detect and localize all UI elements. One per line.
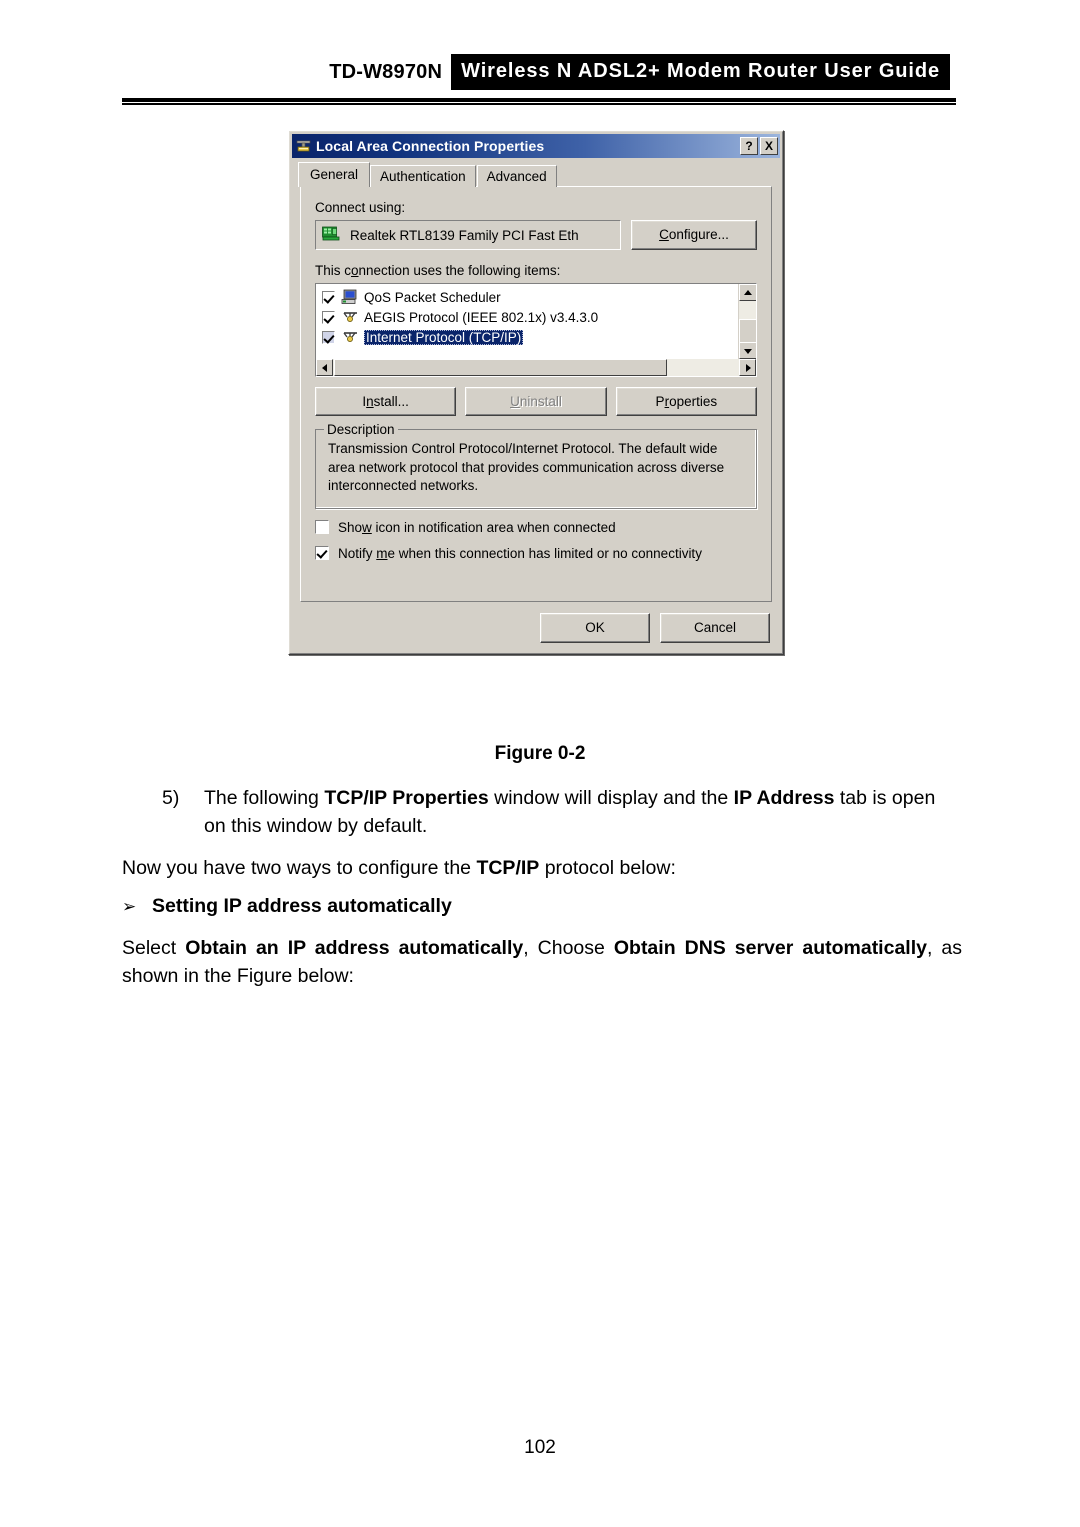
chevron-down-icon <box>744 348 752 354</box>
connect-using-label: Connect using: <box>315 200 406 215</box>
header-title: Wireless N ADSL2+ Modem Router User Guid… <box>451 54 950 90</box>
protocol-icon <box>341 329 361 345</box>
header-model-number: TD-W8970N <box>329 60 443 83</box>
dialog-titlebar[interactable]: Local Area Connection Properties ? X <box>292 134 780 158</box>
computer-icon <box>341 289 361 305</box>
bullet-setting-label: Setting IP address automatically <box>152 895 452 917</box>
show-icon-option-row[interactable]: Show icon in notification area when conn… <box>315 520 757 535</box>
tab-general[interactable]: General <box>298 162 371 187</box>
item-checkbox[interactable] <box>322 330 335 344</box>
description-text: Transmission Control Protocol/Internet P… <box>328 441 725 494</box>
close-icon[interactable]: X <box>760 137 778 155</box>
adapter-name: Realtek RTL8139 Family PCI Fast Eth <box>350 227 579 243</box>
figure-caption: Figure 0-2 <box>494 743 586 764</box>
horizontal-scroll-thumb[interactable] <box>334 359 667 376</box>
items-label: This connection uses the following items… <box>315 263 561 278</box>
notify-option-label: Notify me when this connection has limit… <box>338 545 702 561</box>
select-text-2: , Choose <box>523 937 614 959</box>
description-groupbox: Description Transmission Control Protoco… <box>315 422 757 509</box>
select-bold-1: Obtain an IP address automatically <box>185 937 524 959</box>
tab-authentication-label: Authentication <box>380 169 466 184</box>
list-item-label-selected: Internet Protocol (TCP/IP) <box>364 329 524 345</box>
configure-button-rest: onfigure... <box>668 227 729 242</box>
local-area-connection-properties-dialog: Local Area Connection Properties ? X Gen… <box>288 130 784 655</box>
listbox-horizontal-scrollbar[interactable] <box>316 359 756 376</box>
scroll-right-button[interactable] <box>739 359 756 376</box>
step-5-number: 5) <box>162 787 180 809</box>
cancel-button[interactable]: Cancel <box>660 612 770 643</box>
tab-advanced[interactable]: Advanced <box>476 165 557 187</box>
chevron-up-icon <box>744 289 752 295</box>
select-bold-2: Obtain DNS server automatically <box>613 937 927 959</box>
list-item-label: QoS Packet Scheduler <box>364 289 501 305</box>
properties-button[interactable]: Properties <box>615 387 757 416</box>
install-button[interactable]: Install... <box>315 387 457 416</box>
step-5-body: The following TCP/IP Properties window w… <box>204 785 962 840</box>
scroll-down-button[interactable] <box>739 342 756 359</box>
dialog-tabstrip: General Authentication Advanced <box>298 162 782 187</box>
show-icon-option-label: Show icon in notification area when conn… <box>338 519 616 535</box>
network-connection-icon <box>295 138 312 155</box>
chevron-right-icon <box>745 363 751 372</box>
item-checkbox[interactable] <box>322 310 335 324</box>
page-number: 102 <box>524 1437 556 1458</box>
select-paragraph: Select Obtain an IP address automaticall… <box>122 935 962 990</box>
install-button-rest: stall... <box>373 394 409 409</box>
components-listbox[interactable]: QoS Packet Scheduler AEGIS Protocol (IEE… <box>315 283 757 377</box>
uninstall-button-rest: ninstall <box>519 394 562 409</box>
header-divider-rule <box>122 98 956 105</box>
dialog-title-text: Local Area Connection Properties <box>316 138 545 154</box>
arrow-bullet-icon: ➢ <box>122 897 137 916</box>
tab-advanced-label: Advanced <box>486 169 547 184</box>
notify-option-row[interactable]: Notify me when this connection has limit… <box>315 546 757 561</box>
list-item[interactable]: AEGIS Protocol (IEEE 802.1x) v3.4.3.0 <box>322 307 737 327</box>
bullet-setting-ip-automatically: ➢ Setting IP address automatically <box>122 893 962 921</box>
components-list: QoS Packet Scheduler AEGIS Protocol (IEE… <box>316 284 737 358</box>
header-inner: TD-W8970N Wireless N ADSL2+ Modem Router… <box>329 54 950 90</box>
list-item-label: AEGIS Protocol (IEEE 802.1x) v3.4.3.0 <box>364 309 599 325</box>
uninstall-button[interactable]: Uninstall <box>465 387 607 416</box>
network-card-icon <box>322 226 340 244</box>
now-text-2: protocol below: <box>539 857 676 879</box>
step-5-paragraph: 5) The following TCP/IP Properties windo… <box>162 785 962 840</box>
tab-authentication[interactable]: Authentication <box>370 165 476 187</box>
notify-checkbox[interactable] <box>315 546 329 561</box>
tab-general-label: General <box>310 167 359 182</box>
general-tab-page: Connect using: Realtek RTL8139 Family PC… <box>300 186 772 602</box>
list-item[interactable]: QoS Packet Scheduler <box>322 287 737 307</box>
protocol-icon <box>341 309 361 325</box>
listbox-vertical-scrollbar[interactable] <box>738 284 756 359</box>
item-checkbox[interactable] <box>322 290 335 304</box>
adapter-display-field[interactable]: Realtek RTL8139 Family PCI Fast Eth <box>315 220 621 250</box>
ok-button[interactable]: OK <box>540 612 650 643</box>
step5-bold-2: IP Address <box>733 787 835 809</box>
now-paragraph: Now you have two ways to configure the T… <box>122 855 962 883</box>
step5-text-1: The following <box>204 787 325 809</box>
tabpage-spacer <box>315 561 757 589</box>
show-icon-checkbox[interactable] <box>315 520 329 535</box>
chevron-left-icon <box>321 363 327 372</box>
connect-using-row: Realtek RTL8139 Family PCI Fast Eth Conf… <box>315 220 757 250</box>
description-legend: Description <box>324 422 398 437</box>
properties-button-rest: operties <box>669 394 718 409</box>
dialog-footer-buttons: OK Cancel <box>290 612 770 643</box>
scroll-up-button[interactable] <box>739 284 756 301</box>
step5-bold-1: TCP/IP Properties <box>324 787 489 809</box>
help-button[interactable]: ? <box>740 137 758 155</box>
step5-text-2: window will display and the <box>488 787 734 809</box>
configure-button[interactable]: Configure... <box>631 220 757 250</box>
list-item[interactable]: Internet Protocol (TCP/IP) <box>322 327 737 347</box>
select-text-1: Select <box>122 937 186 959</box>
now-text-1: Now you have two ways to configure the <box>122 857 477 879</box>
page-header: TD-W8970N Wireless N ADSL2+ Modem Router… <box>0 54 1080 100</box>
dialog-inner-frame: Local Area Connection Properties ? X Gen… <box>289 131 783 654</box>
scroll-left-button[interactable] <box>316 359 333 376</box>
component-action-buttons: Install... Uninstall Properties <box>315 387 757 416</box>
now-bold: TCP/IP <box>476 857 540 879</box>
